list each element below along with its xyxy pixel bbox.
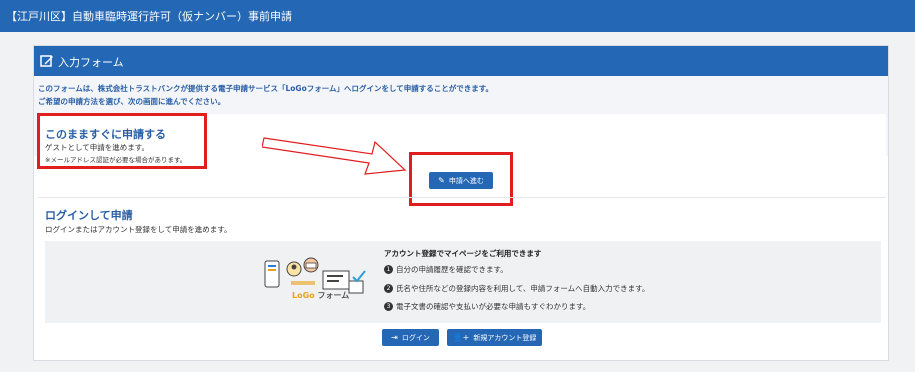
promo-item-text: 氏名や住所などの登録内容を利用して、申請フォームへ自動入力できます。: [396, 284, 650, 293]
highlight-box-guest: [37, 113, 207, 169]
number-badge-icon: 3: [384, 302, 393, 311]
logo-form-logo: LoGo フォーム: [292, 290, 349, 301]
promo-item-text: 自分の申請履歴を確認できます。: [396, 265, 508, 274]
card-header: 入力フォーム: [34, 46, 888, 76]
add-user-icon: 👤+: [452, 333, 470, 342]
promo-item-text: 電子文書の確認や支払いが必要な申請もすぐわかります。: [396, 302, 591, 311]
account-promo-panel: LoGo フォーム アカウント登録でマイページをご利用できます 1 自分の申請履歴…: [45, 241, 881, 323]
login-button-label: ログイン: [401, 334, 430, 342]
login-apply-description: ログインまたはアカウント登録をして申請を進めます。: [45, 225, 232, 234]
logo-form-illustration: [264, 257, 366, 294]
page-title: 【江戸川区】自動車臨時運行許可（仮ナンバー）事前申請: [6, 10, 292, 23]
card-title: 入力フォーム: [58, 56, 124, 69]
intro-text-2: ご希望の申請方法を選び、次の画面に進んでください。: [38, 97, 226, 106]
edit-icon: [40, 55, 53, 67]
login-icon: ⇥: [391, 333, 398, 342]
register-button-label: 新規アカウント登録: [473, 334, 537, 342]
login-button[interactable]: ⇥ ログイン: [382, 329, 439, 346]
logo-text-part2: フォーム: [317, 291, 350, 300]
promo-item: 1 自分の申請履歴を確認できます。: [384, 264, 508, 275]
promo-heading: アカウント登録でマイページをご利用できます: [384, 249, 542, 258]
section-divider: [38, 197, 886, 198]
login-apply-title: ログインして申請: [45, 209, 133, 222]
top-bar: 【江戸川区】自動車臨時運行許可（仮ナンバー）事前申請: [0, 0, 915, 32]
annotation-arrow: [262, 137, 407, 175]
promo-item: 3 電子文書の確認や支払いが必要な申請もすぐわかります。: [384, 301, 590, 312]
form-card: 入力フォーム このフォームは、株式会社トラストバンクが提供する電子申請サービス「…: [33, 45, 889, 361]
number-badge-icon: 1: [384, 265, 393, 274]
register-account-button[interactable]: 👤+ 新規アカウント登録: [447, 329, 542, 346]
promo-item: 2 氏名や住所などの登録内容を利用して、申請フォームへ自動入力できます。: [384, 283, 649, 294]
intro-text-1: このフォームは、株式会社トラストバンクが提供する電子申請サービス「LoGoフォー…: [38, 84, 494, 93]
logo-text-part1: LoGo: [292, 291, 315, 300]
number-badge-icon: 2: [384, 284, 393, 293]
